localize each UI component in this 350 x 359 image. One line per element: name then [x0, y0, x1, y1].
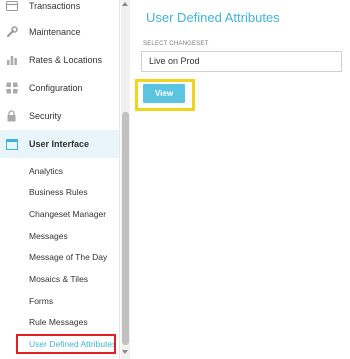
wrench-icon [5, 26, 18, 39]
window-icon [5, 138, 18, 151]
sidebar-item-maintenance[interactable]: Maintenance [0, 18, 119, 46]
scroll-up-arrow-icon[interactable] [122, 2, 128, 6]
sidebar: Transactions Maintenance Rates & Locatio… [0, 0, 120, 359]
sidebar-item-label: Security [29, 111, 62, 121]
sub-item-rule-messages[interactable]: Rule Messages [29, 315, 88, 329]
sidebar-item-label: Configuration [29, 83, 83, 93]
card-icon [5, 0, 18, 13]
sub-item-messages[interactable]: Messages [29, 229, 68, 243]
page-title: User Defined Attributes [146, 10, 280, 25]
grid-icon [5, 82, 18, 95]
sidebar-item-transactions[interactable]: Transactions [0, 0, 119, 20]
highlight-box-red [16, 334, 116, 354]
sub-item-analytics[interactable]: Analytics [29, 164, 63, 178]
changeset-label: SELECT CHANGESET [143, 41, 209, 47]
sidebar-item-user-interface[interactable]: User Interface [0, 130, 119, 158]
sub-item-message-of-the-day[interactable]: Message of The Day [29, 250, 107, 264]
sidebar-scrollbar-thumb[interactable] [122, 112, 129, 345]
sidebar-item-rates-locations[interactable]: Rates & Locations [0, 46, 119, 74]
sidebar-item-label: Transactions [29, 1, 81, 11]
sub-item-forms[interactable]: Forms [29, 294, 53, 308]
sub-item-changeset-manager[interactable]: Changeset Manager [29, 207, 106, 221]
sub-item-business-rules[interactable]: Business Rules [29, 185, 88, 199]
sidebar-item-label: Maintenance [29, 27, 81, 37]
view-button[interactable]: View [143, 84, 185, 103]
sub-item-mosaics-tiles[interactable]: Mosaics & Tiles [29, 272, 88, 286]
scroll-down-arrow-icon[interactable] [122, 350, 128, 354]
lock-icon [5, 110, 18, 123]
sidebar-item-security[interactable]: Security [0, 102, 119, 130]
sidebar-item-label: Rates & Locations [29, 55, 103, 65]
bar-chart-icon [5, 54, 18, 67]
sidebar-item-label: User Interface [29, 139, 90, 149]
changeset-value: Live on Prod [149, 56, 200, 66]
sidebar-item-configuration[interactable]: Configuration [0, 74, 119, 102]
changeset-select[interactable]: Live on Prod [141, 51, 342, 72]
